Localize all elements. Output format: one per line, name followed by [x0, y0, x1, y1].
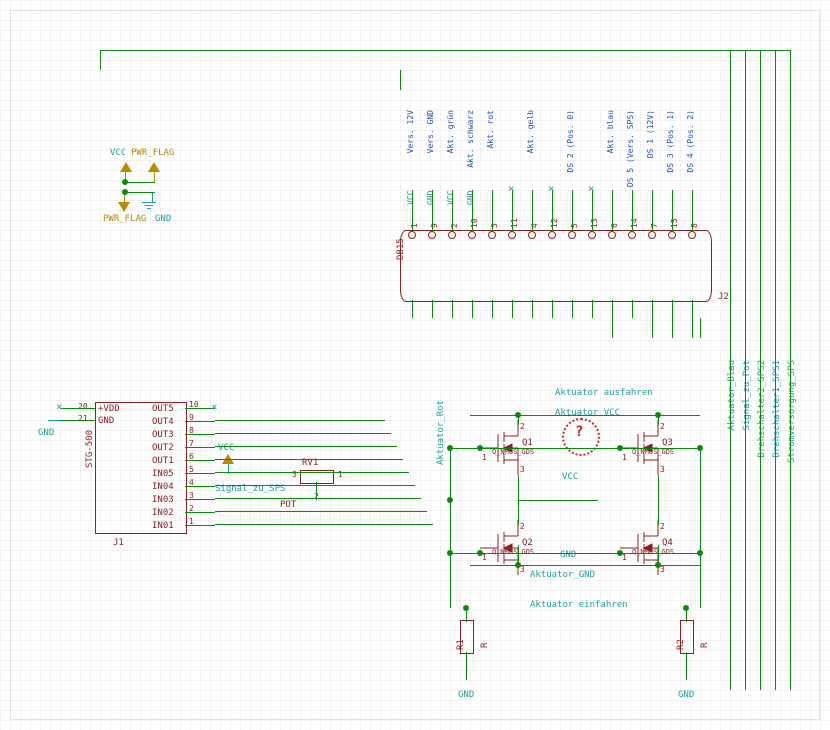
akt-ausfahren: Aktuator ausfahren — [555, 388, 653, 398]
akt-vcc: Aktuator VCC — [555, 408, 620, 418]
vcc-label: VCC — [110, 148, 126, 158]
j2-value: DB15 — [396, 238, 406, 260]
bridge-gnd: GND — [560, 550, 576, 560]
bus-dreh1: Drehschalter1_SPS1 — [772, 360, 782, 458]
j1-gnd: GND — [38, 428, 54, 438]
bus-sigpot: Signal_zu_Pot — [742, 360, 752, 430]
j1-value: STG-500 — [85, 430, 95, 468]
akt-rot: Aktuator_Rot — [436, 400, 446, 465]
pwrflag-2: PWR_FLAG — [103, 214, 146, 224]
akt-einfahren: Aktuator einfahren — [530, 600, 628, 610]
j1-vcc: VCC — [218, 443, 234, 453]
pwrflag-1: PWR_FLAG — [131, 148, 174, 158]
bus-strom: Stromversorgung_SPS — [787, 360, 797, 463]
db15-shell — [400, 230, 712, 302]
bus-aktblau: Aktuator_Blau — [727, 360, 737, 430]
j2-ref: J2 — [718, 292, 729, 302]
j1-ref: J1 — [113, 538, 124, 548]
gnd-top: GND — [155, 214, 171, 224]
erc-mark: ? — [575, 424, 583, 440]
bridge-vcc: VCC — [562, 472, 578, 482]
bus-dreh2: Drehschalter2_SPS2 — [757, 360, 767, 458]
rv1-value: POT — [280, 500, 296, 510]
